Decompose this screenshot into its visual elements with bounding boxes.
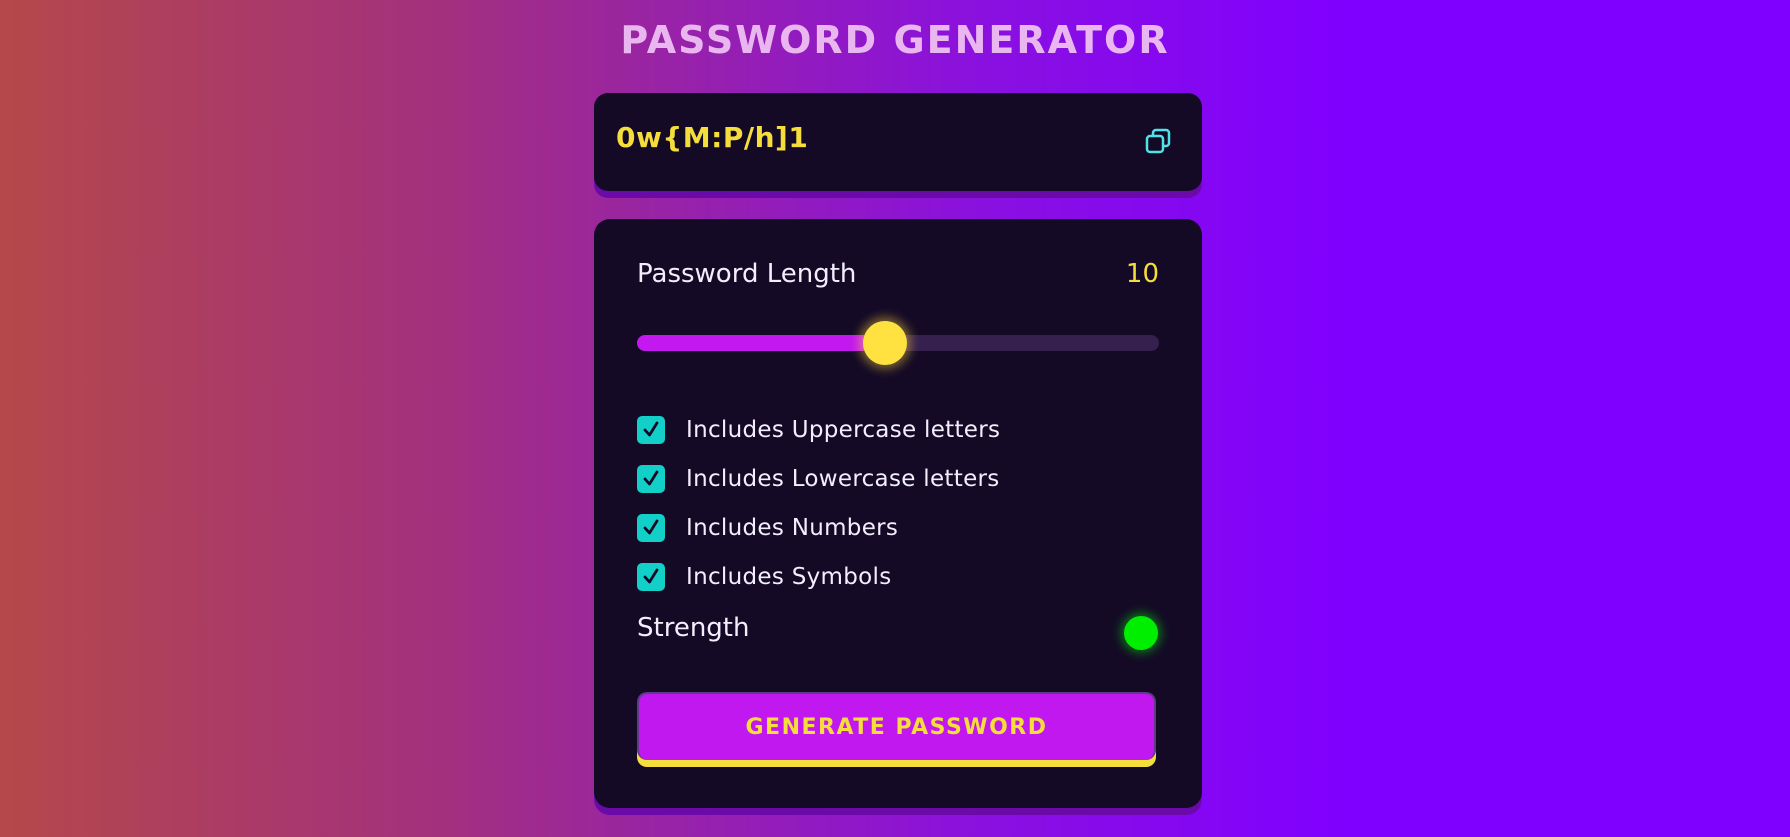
options-list: Includes Uppercase letters Includes Lowe… bbox=[637, 405, 1159, 601]
option-label: Includes Uppercase letters bbox=[686, 416, 1001, 443]
slider-fill bbox=[637, 335, 885, 351]
checkbox-symbols[interactable] bbox=[637, 562, 665, 591]
checkmark-icon bbox=[643, 568, 659, 583]
option-uppercase[interactable]: Includes Uppercase letters bbox=[637, 405, 1159, 454]
password-text: 0w{M:P/h]1 bbox=[616, 121, 809, 154]
length-slider[interactable] bbox=[637, 321, 1159, 365]
checkmark-icon bbox=[643, 421, 659, 436]
generate-password-button[interactable]: GENERATE PASSWORD bbox=[637, 692, 1156, 760]
copy-icon[interactable] bbox=[1144, 127, 1172, 155]
settings-panel: Password Length 10 Includes Uppercase le… bbox=[594, 219, 1202, 808]
checkbox-numbers[interactable] bbox=[637, 513, 665, 542]
page-title: PASSWORD GENERATOR bbox=[620, 18, 1170, 62]
checkmark-icon bbox=[643, 470, 659, 485]
checkbox-lowercase[interactable] bbox=[637, 464, 665, 493]
password-output: 0w{M:P/h]1 bbox=[594, 93, 1202, 191]
checkmark-icon bbox=[643, 519, 659, 534]
option-label: Includes Numbers bbox=[686, 514, 899, 541]
option-label: Includes Lowercase letters bbox=[686, 465, 1000, 492]
option-numbers[interactable]: Includes Numbers bbox=[637, 503, 1159, 552]
strength-indicator bbox=[1124, 616, 1158, 650]
password-length-label: Password Length bbox=[637, 259, 857, 289]
slider-thumb[interactable] bbox=[862, 321, 907, 365]
strength-label: Strength bbox=[637, 613, 750, 643]
password-length-value: 10 bbox=[1125, 259, 1159, 289]
option-lowercase[interactable]: Includes Lowercase letters bbox=[637, 454, 1159, 503]
option-symbols[interactable]: Includes Symbols bbox=[637, 552, 1159, 601]
option-label: Includes Symbols bbox=[686, 563, 892, 590]
checkbox-uppercase[interactable] bbox=[637, 415, 665, 444]
